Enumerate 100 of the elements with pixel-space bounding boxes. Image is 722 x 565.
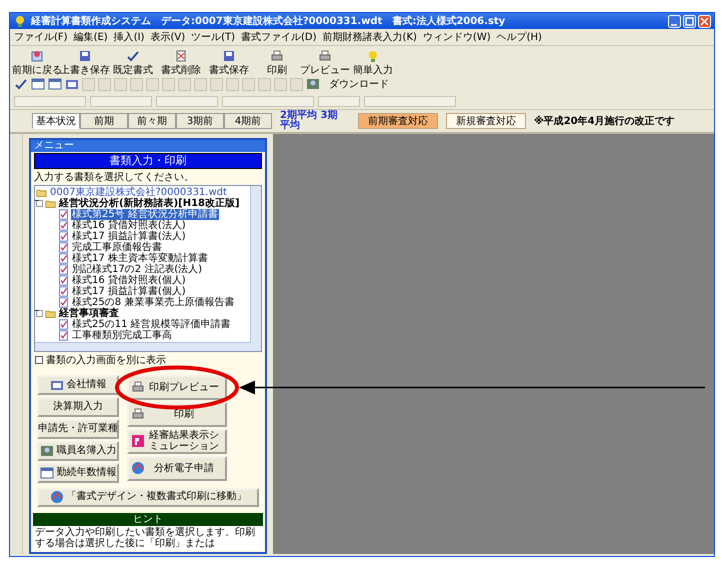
document-icon [58,319,69,330]
tab[interactable]: 前期 [80,113,128,129]
tree-item[interactable]: 様式25の11 経営規模等評価申請書 [71,319,232,330]
checkbox-label: 書類の入力画面を別に表示 [46,354,166,367]
dropdown-field[interactable] [222,96,314,107]
folder-icon [36,187,47,198]
menu-button[interactable]: 印刷プレビュー [127,374,227,400]
print-icon [270,49,284,63]
document-icon [58,264,69,275]
menu-button[interactable]: 決算期入力 [37,396,119,417]
review-button[interactable]: 前期審査対応 [358,113,438,129]
tree-item[interactable]: 経営状況分析(新財務諸表)[H18改正版] [58,198,241,209]
collapse-icon[interactable] [36,310,43,317]
tab[interactable]: 前々期 [128,113,176,129]
dropdown-field[interactable] [90,96,152,107]
menu-item[interactable]: 前期財務諸表入力(K) [322,30,417,44]
menu-button[interactable]: 経審結果表示シミュレーション [127,428,227,454]
dropdown-field[interactable] [14,96,86,107]
design-button[interactable]: 「書式デザイン・複数書式印刷に移動」 [37,488,259,507]
tree-item[interactable]: 様式第25号 経営状況分析申請書 [71,209,219,220]
window-icon [40,466,54,480]
menu-item[interactable]: ヘルプ(H) [496,30,542,44]
checkbox[interactable] [35,356,43,364]
document-icon [58,286,69,297]
document-icon [58,220,69,231]
toolbar-button[interactable]: プレビュー [302,48,348,72]
toolbar-button[interactable]: 前期に戻る [14,48,60,72]
document-icon [58,275,69,286]
bulb-icon [366,49,380,63]
folder-icon [45,308,56,319]
menu-item[interactable]: 挿入(I) [114,30,144,44]
collapse-icon[interactable] [36,200,43,207]
people-icon [40,444,54,458]
delete-icon [174,49,188,63]
globe-icon [50,490,64,504]
document-icon [58,297,69,308]
globe-icon [131,461,145,476]
tree-item[interactable]: 工事種類別完成工事高 [71,330,173,341]
tree-item[interactable]: 様式17 株主資本等変動計算書 [71,253,209,264]
maximize-icon[interactable] [683,14,696,28]
check-icon [126,49,140,63]
download-button[interactable]: ダウンロード [327,76,391,92]
tab[interactable]: 4期前 [224,113,272,129]
tab[interactable]: 基本状況 [32,113,80,129]
document-icon [58,242,69,253]
tree-item[interactable]: 完成工事原価報告書 [71,242,163,253]
user-icon [306,77,320,91]
toolbar-button[interactable]: 書式保存 [206,48,252,72]
close-icon[interactable] [698,14,711,28]
menu-item[interactable]: 書式ファイル(D) [241,30,317,44]
frame-icon [31,77,45,91]
print-icon [131,380,145,394]
window-title: 経審計算書類作成システム データ:0007東京建設株式会社?0000331.wdt 書式:法人様式2006.sty [31,14,506,28]
tree-item[interactable]: 様式16 貸借対照表(法人) [71,220,187,231]
panel-header: 書類入力・印刷 [34,153,262,169]
tree-item[interactable]: 別記様式17の2 注記表(法人) [71,264,204,275]
frame-icon [65,77,79,91]
print-icon [131,407,145,422]
minimize-icon[interactable] [668,14,681,28]
menu-item[interactable]: ファイル(F) [14,30,68,44]
tree-item[interactable]: 様式17 損益計算書(法人) [71,231,187,242]
back-icon [30,49,44,63]
menu-button[interactable]: 職員名簿入力 [37,440,119,461]
menu-item[interactable]: ツール(T) [191,30,236,44]
tree-item[interactable]: 様式16 貸借対照表(個人) [71,275,187,286]
menu-button[interactable]: 分析電子申請 [127,456,227,481]
folder-icon [45,198,56,209]
save-icon [222,49,236,63]
dropdown-field[interactable] [364,96,456,107]
document-icon [58,330,69,341]
tab[interactable]: 3期前 [176,113,224,129]
document-icon [58,253,69,264]
scrollbar[interactable] [35,342,251,351]
hint-title: ヒント [33,513,263,526]
toolbar-button[interactable]: 書式削除 [158,48,204,72]
prompt-text: 入力する書類を選択してください。 [33,170,195,184]
app-icon [13,14,27,28]
menu-button[interactable]: 会社情報 [37,374,119,395]
panel-title: メニュー [31,140,265,152]
average-label[interactable]: 2期平均 3期平均 [280,111,342,131]
tree-item[interactable]: 0007東京建設株式会社?0000331.wdt [49,187,228,198]
dropdown-field[interactable] [156,96,218,107]
hint-text: データ入力や印刷したい書類を選択します。印刷する場合は選択した後に「印刷」または [33,526,263,550]
menu-item[interactable]: 編集(E) [74,30,108,44]
menu-button[interactable]: 勤続年数情報 [37,462,119,483]
menu-item[interactable]: ウィンドウ(W) [422,30,491,44]
save-icon [78,49,92,63]
review-button[interactable]: 新規審査対応 [446,113,526,129]
menu-item[interactable]: 表示(V) [150,30,186,44]
menu-button[interactable]: 申請先・許可業種 [37,418,119,439]
scrollbar[interactable] [250,186,261,351]
toolbar-button[interactable]: 印刷 [254,48,300,72]
tree-item[interactable]: 様式25の8 兼業事業売上原価報告書 [71,297,236,308]
document-icon [58,231,69,242]
toolbar-button[interactable]: 簡単入力 [350,48,396,72]
toolbar-button[interactable]: 既定書式 [110,48,156,72]
p-icon [131,434,145,448]
tree-item[interactable]: 経営事項審査 [58,308,120,319]
tree-item[interactable]: 様式17 損益計算書(個人) [71,286,187,297]
dropdown-field[interactable] [318,96,360,107]
